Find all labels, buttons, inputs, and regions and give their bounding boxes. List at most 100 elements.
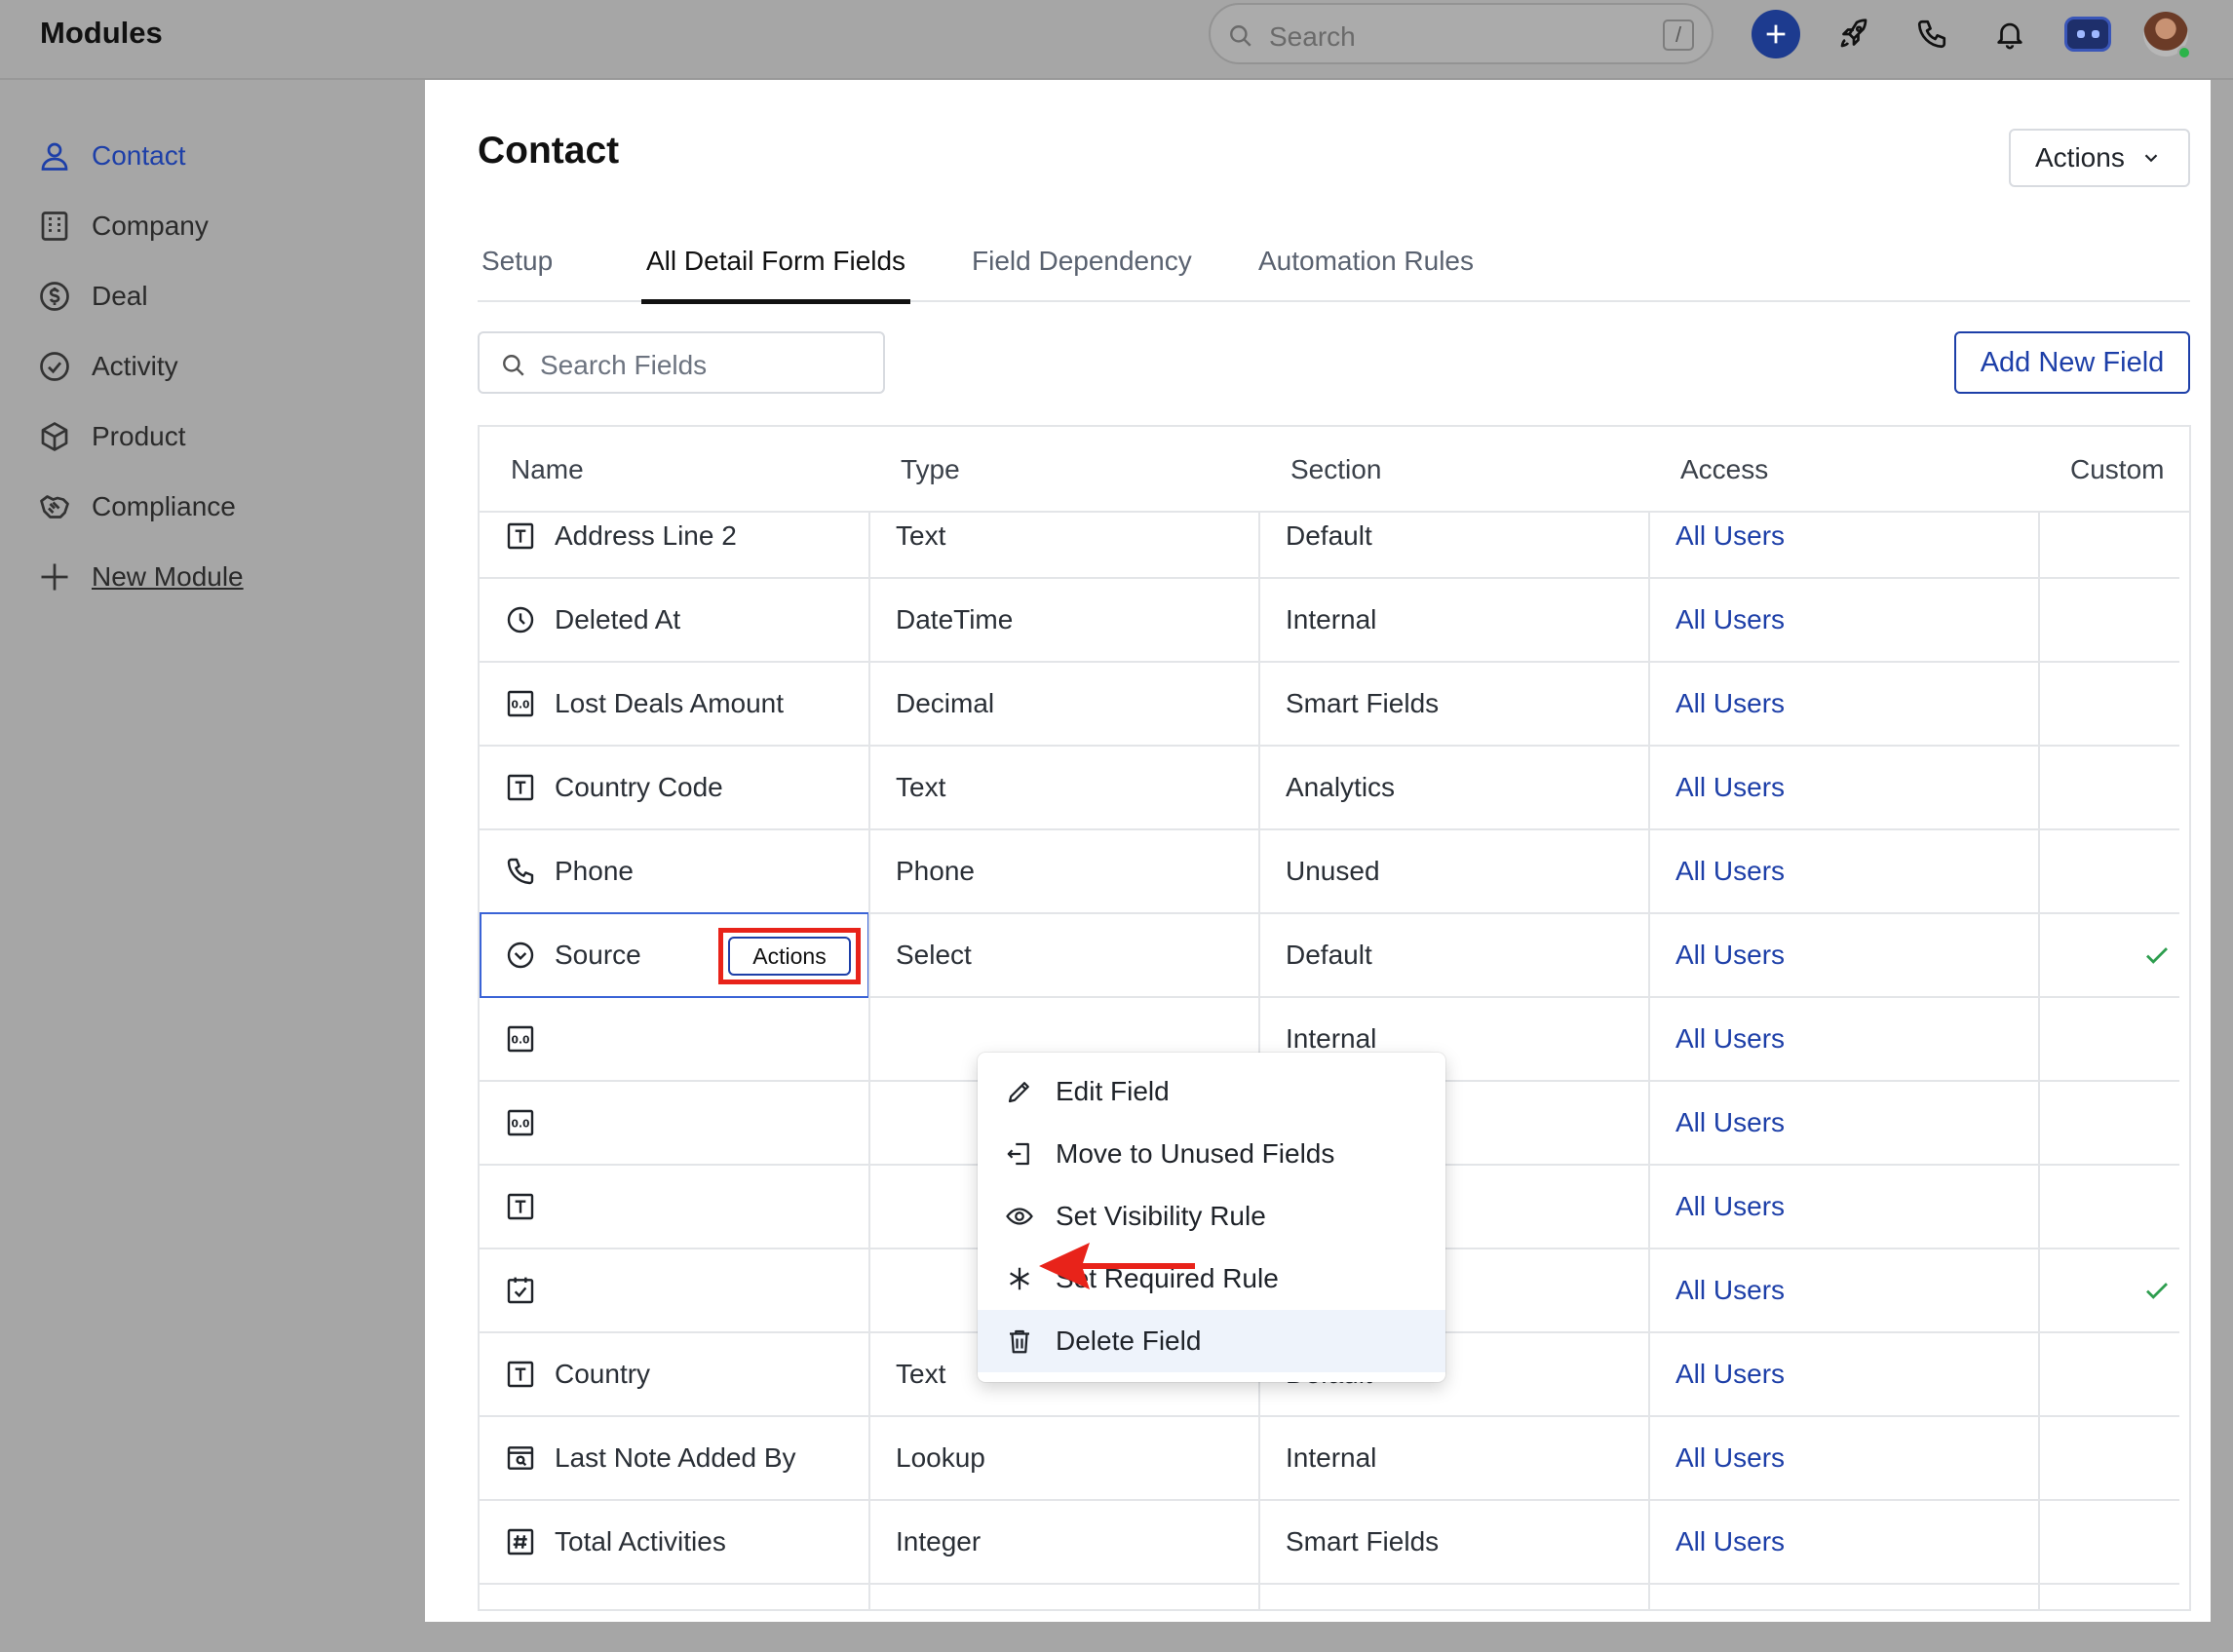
tab-setup[interactable]: Setup (481, 246, 553, 302)
field-access-link[interactable]: All Users (1675, 1333, 1785, 1415)
table-row[interactable]: Last Note Added By Lookup Internal All User… (480, 1417, 2179, 1501)
field-section: Smart Fields (1286, 688, 1440, 718)
sidebar-item-label: Activity (92, 351, 178, 381)
field-access-link[interactable]: All Users (1675, 914, 1785, 996)
building-icon (41, 211, 68, 241)
field-type: Text (896, 1359, 946, 1389)
phone-button[interactable] (1907, 10, 1956, 58)
column-header-name[interactable]: Name (511, 454, 584, 485)
table-row[interactable]: Deleted At DateTime Internal All Users (480, 579, 2179, 663)
menu-item-delete-field[interactable]: Delete Field (978, 1310, 1445, 1372)
field-name: Source (555, 940, 641, 970)
sidebar-item-contact[interactable]: Contact (37, 134, 186, 177)
field-section: Internal (1286, 604, 1377, 634)
row-actions-button[interactable]: Actions (728, 937, 851, 976)
field-name-cell: Phone (505, 830, 634, 912)
quick-add-button[interactable] (1752, 10, 1800, 58)
tab-all-detail-form-fields[interactable]: All Detail Form Fields (640, 246, 911, 304)
decimal-icon: 0.0 (505, 1023, 536, 1055)
bot-icon (2064, 17, 2111, 52)
field-access-link[interactable]: All Users (1675, 1249, 1785, 1331)
decimal-icon: 0.0 (505, 688, 536, 719)
sidebar-item-compliance[interactable]: Compliance (37, 485, 236, 528)
field-access-link[interactable]: All Users (1675, 830, 1785, 912)
phone-icon (1917, 19, 1946, 49)
field-name: Phone (555, 856, 634, 886)
trash-icon (1010, 1329, 1029, 1354)
assistant-button[interactable] (2063, 10, 2112, 58)
global-search-placeholder: Search (1269, 21, 1356, 52)
clock-icon (505, 604, 536, 635)
menu-item-edit-field[interactable]: Edit Field (978, 1060, 1445, 1123)
global-search-input[interactable]: Search / (1209, 3, 1713, 64)
phone-icon (505, 856, 536, 887)
table-row[interactable]: Country Code Text Analytics All Users (480, 747, 2179, 830)
top-header: Modules Search / (0, 0, 2233, 80)
table-row[interactable]: Phone Phone Unused All Users (480, 830, 2179, 914)
rocket-icon (1840, 19, 1867, 48)
tab-automation-rules[interactable]: Automation Rules (1258, 246, 1474, 302)
column-header-custom[interactable]: Custom (2070, 454, 2164, 485)
field-access-link[interactable]: All Users (1675, 998, 1785, 1080)
field-name: Deleted At (555, 604, 681, 634)
table-header: Name Type Section Access Custom (480, 427, 2189, 513)
handshake-icon (40, 495, 69, 519)
sidebar-item-deal[interactable]: Deal (37, 275, 148, 318)
online-status-dot (2177, 46, 2191, 59)
field-name-cell: 0.0 Lost Deals Amount (505, 663, 784, 745)
sidebar-item-product[interactable]: Product (37, 415, 186, 458)
field-actions-menu: Edit Field Move to Unused Fields Set Vis… (978, 1053, 1445, 1382)
user-avatar-button[interactable] (2141, 10, 2191, 59)
table-row[interactable]: 0.0 Lost Deals Amount Decimal Smart Fields A… (480, 663, 2179, 747)
actions-label: Actions (2035, 142, 2125, 173)
field-access-link[interactable]: All Users (1675, 663, 1785, 745)
checkbox-icon (505, 1275, 536, 1306)
annotation-arrow-icon (1039, 1243, 1195, 1289)
menu-item-move-to-unused[interactable]: Move to Unused Fields (978, 1123, 1445, 1185)
text-icon (505, 772, 536, 803)
actions-dropdown-button[interactable]: Actions (2009, 129, 2190, 187)
sidebar-item-company[interactable]: Company (37, 205, 209, 248)
column-header-section[interactable]: Section (1290, 454, 1381, 485)
row-actions-highlight: Actions (718, 928, 861, 984)
page-title: Contact (478, 130, 620, 172)
sidebar-item-activity[interactable]: Activity (37, 345, 178, 388)
field-access-link[interactable]: All Users (1675, 1166, 1785, 1248)
column-header-type[interactable]: Type (901, 454, 960, 485)
table-row[interactable]: Total Activities Integer Smart Fields All U… (480, 1501, 2179, 1585)
notifications-button[interactable] (1985, 10, 2034, 58)
field-access-link[interactable]: All Users (1675, 747, 1785, 828)
rocket-button[interactable] (1829, 10, 1878, 58)
column-header-access[interactable]: Access (1680, 454, 1768, 485)
plus-icon (41, 563, 68, 591)
table-row[interactable]: Source Select Default All Users Actions (480, 912, 2179, 998)
hash-icon (505, 1526, 536, 1557)
add-new-field-button[interactable]: Add New Field (1954, 331, 2190, 394)
field-access-link[interactable]: All Users (1675, 1417, 1785, 1499)
field-name: Country (555, 1359, 651, 1389)
dollar-icon (40, 282, 69, 311)
new-module-link[interactable]: New Module (37, 556, 244, 598)
app-title: Modules (40, 16, 163, 50)
search-fields-input[interactable]: Search Fields (478, 331, 885, 394)
field-type: Select (896, 940, 972, 970)
field-name-cell: Deleted At (505, 579, 680, 661)
menu-item-label: Set Visibility Rule (1056, 1201, 1266, 1231)
field-name: Total Activities (555, 1526, 726, 1556)
column-divider (1648, 427, 1650, 1609)
field-section: Unused (1286, 856, 1380, 886)
field-name: Address Line 2 (555, 520, 737, 551)
decimal-icon: 0.0 (505, 1107, 536, 1138)
lookup-icon (505, 1442, 536, 1474)
field-name: Lost Deals Amount (555, 688, 785, 718)
field-access-link[interactable]: All Users (1675, 1501, 1785, 1583)
field-access-link[interactable]: All Users (1675, 1082, 1785, 1164)
column-divider (868, 427, 870, 1609)
fields-table: Name Type Section Access Custom Address … (478, 425, 2191, 1611)
tab-field-dependency[interactable]: Field Dependency (972, 246, 1192, 302)
column-divider (1258, 427, 1260, 1609)
field-type: Phone (896, 856, 975, 886)
field-access-link[interactable]: All Users (1675, 579, 1785, 661)
eye-icon (1006, 1208, 1033, 1225)
field-name-cell: Source (505, 914, 641, 996)
